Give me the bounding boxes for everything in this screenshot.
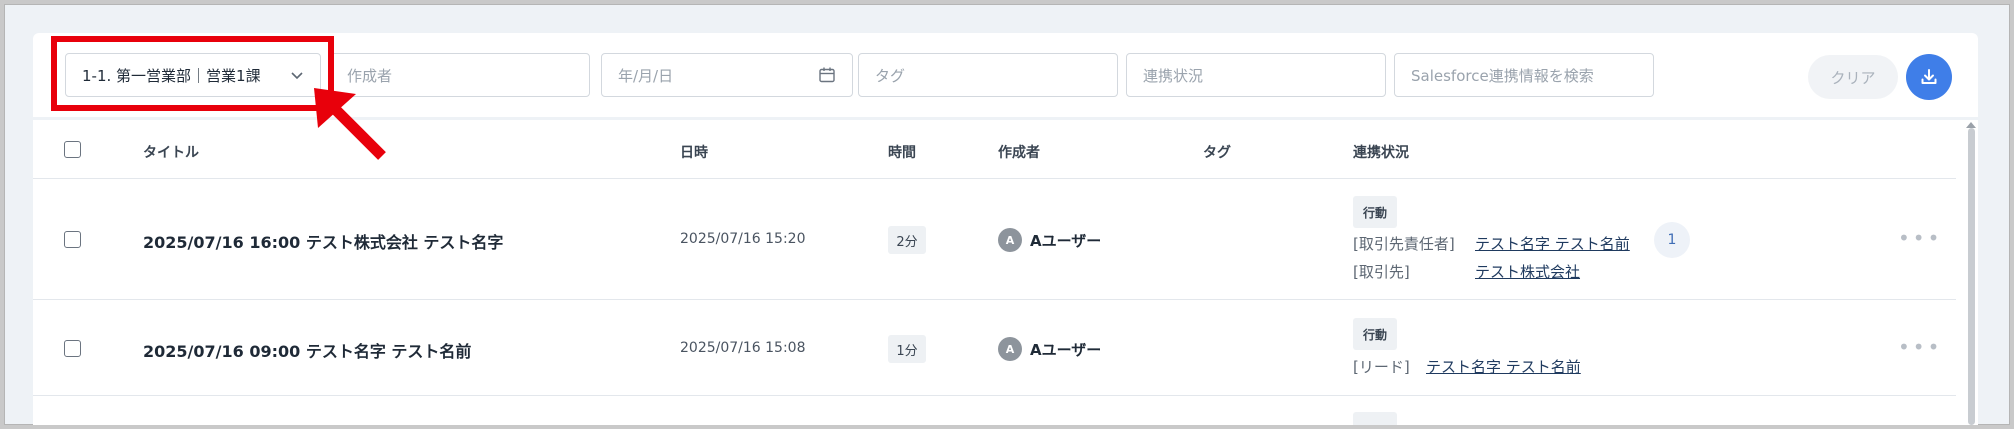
kind-badge: 行動 (1353, 196, 1397, 228)
more-links-count-value: 1 (1667, 232, 1677, 248)
salesforce-search-placeholder: Salesforce連携情報を検索 (1411, 66, 1594, 85)
more-options-icon[interactable]: ••• (1898, 226, 1942, 250)
tag-filter-placeholder: タグ (875, 66, 906, 85)
row-datetime: 2025/07/16 15:20 (680, 231, 806, 247)
salesforce-search-input[interactable]: Salesforce連携情報を検索 (1394, 53, 1654, 97)
header-divider (33, 178, 1956, 179)
creator-name: Aユーザー (1030, 341, 1102, 359)
column-header-sync-status[interactable]: 連携状況 (1353, 142, 1409, 162)
duration-value: 1分 (896, 343, 918, 359)
sync-status-filter-placeholder: 連携状況 (1143, 66, 1204, 85)
sync-status-filter-input[interactable]: 連携状況 (1126, 53, 1386, 97)
row-title[interactable]: 2025/07/16 09:00 テスト名字 テスト名前 (143, 338, 471, 362)
duration-value: 2分 (896, 234, 918, 250)
salesforce-record-link[interactable]: テスト名字 テスト名前 (1426, 356, 1581, 377)
kind-label: 行動 (1362, 205, 1387, 220)
avatar-initial: A (1005, 342, 1015, 356)
date-filter-placeholder: 年/月/日 (618, 66, 674, 85)
row-title[interactable]: 2025/07/16 16:00 テスト株式会社 テスト名字 (143, 229, 503, 253)
clear-button-label: クリア (1830, 68, 1876, 87)
row-checkbox[interactable] (64, 340, 81, 357)
link-role: [リード] (1353, 358, 1410, 376)
pointer-arrow-icon (314, 88, 386, 160)
vertical-scrollbar[interactable] (1968, 128, 1975, 425)
more-options-icon[interactable]: ••• (1898, 335, 1942, 359)
row-divider (33, 299, 1956, 300)
kind-label: 行動 (1362, 327, 1387, 342)
column-header-duration[interactable]: 時間 (888, 142, 916, 162)
column-header-creator[interactable]: 作成者 (998, 142, 1040, 162)
download-icon (1921, 69, 1937, 84)
tag-filter-input[interactable]: タグ (858, 53, 1118, 97)
row-divider (33, 395, 1956, 396)
date-filter-input[interactable]: 年/月/日 (601, 53, 853, 97)
more-links-count[interactable]: 1 (1654, 222, 1690, 258)
link-role: [取引先責任者] (1353, 235, 1455, 253)
row-checkbox[interactable] (64, 231, 81, 248)
creator-filter-placeholder: 作成者 (347, 66, 393, 85)
kind-badge-partial (1353, 412, 1397, 425)
department-select[interactable]: 1-1. 第一営業部｜営業1課 (65, 53, 321, 97)
creator-name: Aユーザー (1030, 232, 1102, 250)
salesforce-record-link[interactable]: テスト株式会社 (1475, 261, 1580, 282)
duration-badge: 1分 (888, 335, 926, 363)
chevron-down-icon (291, 72, 303, 80)
duration-badge: 2分 (888, 226, 926, 254)
clear-button[interactable]: クリア (1808, 55, 1898, 99)
salesforce-record-link[interactable]: テスト名字 テスト名前 (1475, 233, 1630, 254)
column-header-datetime[interactable]: 日時 (680, 142, 708, 162)
kind-badge: 行動 (1353, 318, 1397, 350)
link-role: [取引先] (1353, 263, 1410, 281)
avatar: A (998, 228, 1022, 252)
download-button[interactable] (1906, 54, 1952, 100)
column-header-tag[interactable]: タグ (1203, 142, 1231, 162)
column-header-title[interactable]: タイトル (143, 142, 199, 162)
avatar-initial: A (1005, 233, 1015, 247)
calendar-icon[interactable] (818, 66, 836, 84)
avatar: A (998, 337, 1022, 361)
row-datetime: 2025/07/16 15:08 (680, 340, 806, 356)
select-all-checkbox[interactable] (64, 141, 81, 158)
department-select-value: 1-1. 第一営業部｜営業1課 (82, 66, 261, 85)
